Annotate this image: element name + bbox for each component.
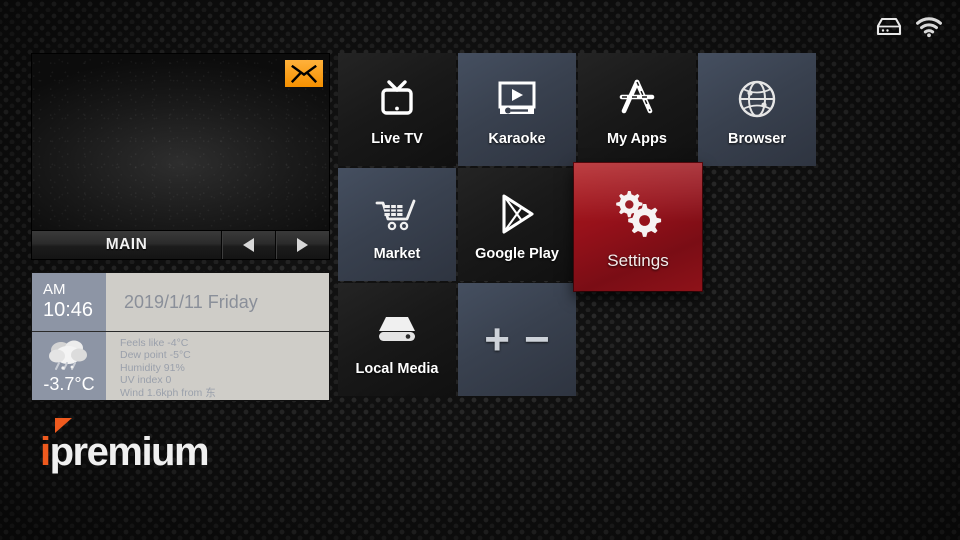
tile-live-tv[interactable]: Live TV	[338, 53, 456, 166]
tile-label: My Apps	[607, 131, 667, 147]
globe-icon	[734, 75, 780, 123]
envelope-icon[interactable]	[285, 60, 323, 87]
tile-label: Live TV	[371, 131, 423, 147]
chevron-left-icon	[243, 238, 254, 252]
tile-row: Local Media + −	[338, 283, 816, 396]
channel-label: MAIN	[105, 236, 148, 253]
weather-detail-line: Humidity 91%	[120, 361, 185, 374]
brand-logo-text: ipremium	[38, 418, 210, 474]
weather-detail-line: Wind 1.6kph from 东	[120, 386, 216, 399]
shopping-cart-icon	[373, 190, 421, 238]
tile-label: Karaoke	[488, 131, 546, 147]
tile-my-apps[interactable]: My Apps	[578, 53, 696, 166]
tile-label: Market	[373, 246, 421, 262]
media-player-icon	[494, 75, 540, 123]
brand-logo: ipremium	[38, 418, 210, 474]
channel-bar: MAIN	[31, 231, 330, 260]
tile-label: Local Media	[355, 361, 439, 377]
clock-row: AM 10:46 2019/1/11 Friday	[32, 273, 329, 331]
clock-time: 10:46	[43, 299, 94, 322]
tile-local-media[interactable]: Local Media	[338, 283, 456, 396]
app-store-icon	[613, 75, 661, 123]
prev-channel-button[interactable]	[221, 231, 275, 259]
gears-icon	[610, 189, 666, 237]
temperature-value: -3.7°C	[43, 374, 95, 394]
weather-summary: -3.7°C	[32, 332, 106, 400]
weather-row: -3.7°C Feels like -4°C Dew point -5°C Hu…	[32, 331, 329, 400]
remove-tile-button[interactable]: −	[524, 317, 550, 362]
brand-logo-word: premium	[49, 430, 210, 474]
tile-karaoke[interactable]: Karaoke	[458, 53, 576, 166]
plus-minus-icon: + −	[484, 317, 550, 362]
tile-grid: Live TV Karaoke My Apps Browser Market G…	[338, 53, 816, 398]
tile-label: Google Play	[475, 246, 559, 262]
weather-detail-line: Dew point -5°C	[120, 349, 191, 362]
tile-google-play[interactable]: Google Play	[458, 168, 576, 281]
wifi-icon	[916, 16, 942, 38]
google-play-icon	[494, 190, 540, 238]
clock-ampm: AM	[43, 281, 66, 299]
weather-detail-line: UV index 0	[120, 374, 172, 387]
hard-drive-icon	[373, 305, 421, 353]
brand-logo-accent: i	[40, 430, 51, 474]
tile-add-remove[interactable]: + −	[458, 283, 576, 396]
tile-row: Market Google Play Settings	[338, 163, 816, 291]
clock-box: AM 10:46	[32, 273, 106, 331]
tile-browser[interactable]: Browser	[698, 53, 816, 166]
tile-label: Settings	[607, 251, 669, 270]
add-tile-button[interactable]: +	[484, 317, 510, 362]
tile-label: Browser	[727, 131, 787, 147]
status-bar	[874, 16, 942, 38]
clock-weather-widget[interactable]: AM 10:46 2019/1/11 Friday -3.7°C Feels l…	[31, 272, 330, 401]
tv-icon	[374, 75, 420, 123]
tile-settings[interactable]: Settings	[574, 163, 702, 291]
chevron-right-icon	[297, 238, 308, 252]
storage-icon	[874, 16, 904, 38]
weather-details: Feels like -4°C Dew point -5°C Humidity …	[106, 332, 329, 400]
left-column: MAIN AM 10:46 2019/1/11 Friday -3.7°C Fe…	[31, 53, 330, 401]
tile-market[interactable]: Market	[338, 168, 456, 281]
weather-detail-line: Feels like -4°C	[120, 337, 189, 349]
date-box: 2019/1/11 Friday	[106, 273, 329, 331]
logo-flag-icon	[55, 418, 72, 433]
date-text: 2019/1/11 Friday	[124, 291, 258, 312]
video-preview[interactable]	[31, 53, 330, 231]
next-channel-button[interactable]	[275, 231, 329, 259]
tile-row: Live TV Karaoke My Apps Browser	[338, 53, 816, 166]
